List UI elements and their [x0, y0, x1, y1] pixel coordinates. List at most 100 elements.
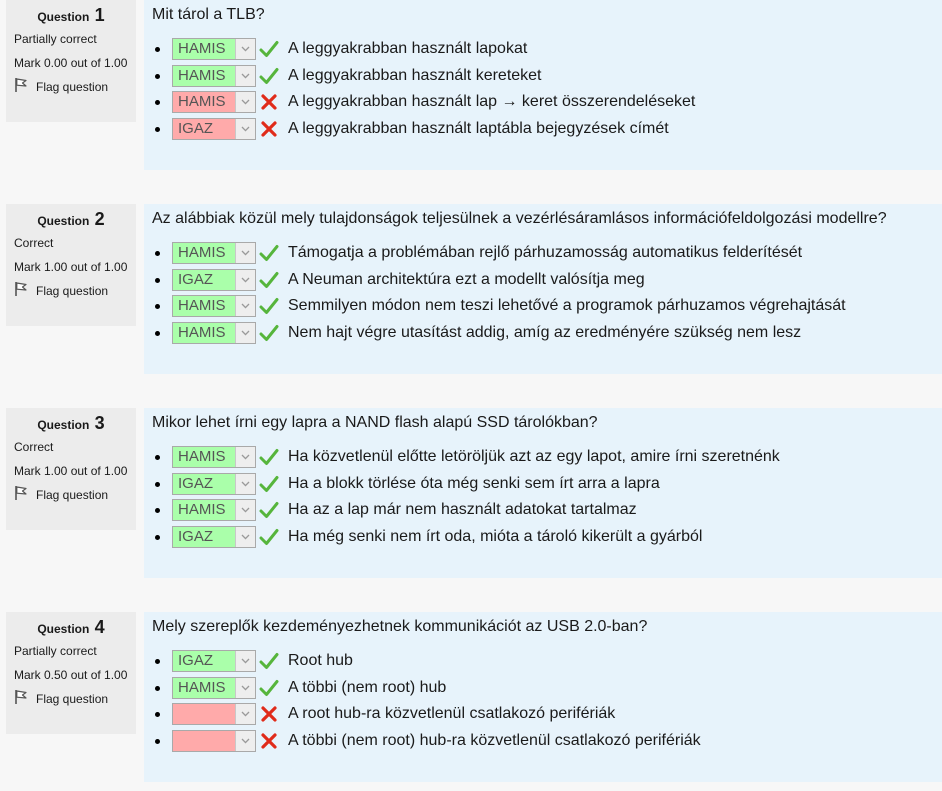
check-icon: [258, 474, 280, 494]
question-text: Mikor lehet írni egy lapra a NAND flash …: [152, 414, 598, 431]
flag-question-link[interactable]: Flag question: [14, 689, 128, 708]
chevron-down-icon[interactable]: [235, 527, 255, 548]
flag-question-label: Flag question: [36, 79, 109, 94]
chevron-down-icon[interactable]: [235, 39, 255, 60]
question-grade: Mark 1.00 out of 1.00: [14, 464, 128, 478]
question-label: Question: [37, 622, 90, 636]
answer-row: HAMIS A leggyakrabban használt kereteket: [155, 63, 934, 90]
answer-text: Nem hajt végre utasítást addig, amíg az …: [288, 324, 802, 342]
check-icon: [258, 447, 280, 467]
chevron-down-icon[interactable]: [235, 296, 255, 317]
answer-text: A Neuman architektúra ezt a modellt való…: [288, 270, 645, 288]
answer-row: IGAZ Root hub: [155, 648, 934, 675]
answer-text: A root hub-ra közvetlenül csatlakozó per…: [288, 705, 616, 723]
question-label: Question: [37, 418, 90, 432]
answer-select[interactable]: IGAZ: [172, 650, 256, 673]
check-icon: [258, 527, 280, 547]
answer-list: HAMIS Támogatja a problémában rejlő párh…: [152, 240, 934, 346]
answer-select[interactable]: HAMIS: [172, 676, 256, 699]
answer-text: A többi (nem root) hub: [288, 678, 447, 696]
answer-text: Ha a blokk törlése óta még senki sem írt…: [288, 474, 660, 492]
chevron-down-icon[interactable]: [235, 500, 255, 521]
answer-row: IGAZ A Neuman architektúra ezt a modellt…: [155, 267, 934, 294]
answer-select[interactable]: HAMIS: [172, 242, 256, 265]
question-block: Question 4 Partially correct Mark 0.50 o…: [0, 612, 942, 782]
answer-select[interactable]: HAMIS: [172, 322, 256, 345]
answer-select-value: IGAZ: [178, 270, 214, 288]
answer-select[interactable]: HAMIS: [172, 499, 256, 522]
question-heading: Question 4: [14, 617, 128, 638]
answer-select[interactable]: IGAZ: [172, 472, 256, 495]
answer-text: Semmilyen módon nem teszi lehetővé a pro…: [288, 297, 846, 315]
flag-question-link[interactable]: Flag question: [14, 77, 128, 96]
chevron-down-icon[interactable]: [235, 704, 255, 725]
answer-select[interactable]: IGAZ: [172, 268, 256, 291]
answer-select[interactable]: [172, 703, 256, 726]
question-info: Question 2 Correct Mark 1.00 out of 1.00…: [6, 204, 136, 326]
answer-text: A leggyakrabban használt lapokat: [288, 40, 528, 58]
answer-select-value: HAMIS: [178, 244, 226, 262]
chevron-down-icon[interactable]: [235, 323, 255, 344]
answer-row: HAMIS Ha közvetlenül előtte letöröljük a…: [155, 444, 934, 471]
answer-text: A leggyakrabban használt lap → keret öss…: [288, 93, 696, 111]
answer-select[interactable]: HAMIS: [172, 446, 256, 469]
answer-select[interactable]: [172, 730, 256, 753]
question-state: Partially correct: [14, 32, 97, 46]
chevron-down-icon[interactable]: [235, 92, 255, 113]
answer-list: IGAZ Root hub HAMIS A többi (nem root) h…: [152, 648, 934, 754]
cross-icon: [258, 731, 280, 751]
chevron-down-icon[interactable]: [235, 269, 255, 290]
check-icon: [258, 39, 280, 59]
question-heading: Question 2: [14, 209, 128, 230]
answer-select[interactable]: HAMIS: [172, 38, 256, 61]
answer-select-value: HAMIS: [178, 66, 226, 84]
answer-select-value: IGAZ: [178, 528, 214, 546]
answer-select-value: HAMIS: [178, 501, 226, 519]
answer-select-value: IGAZ: [178, 120, 214, 138]
question-state: Partially correct: [14, 644, 97, 658]
answer-select[interactable]: HAMIS: [172, 91, 256, 114]
answer-text: Root hub: [288, 652, 353, 670]
question-heading: Question 1: [14, 5, 128, 26]
answer-list: HAMIS Ha közvetlenül előtte letöröljük a…: [152, 444, 934, 550]
answer-row: HAMIS A leggyakrabban használt lapokat: [155, 36, 934, 63]
answer-row: HAMIS A leggyakrabban használt lap → ker…: [155, 89, 934, 116]
chevron-down-icon[interactable]: [235, 119, 255, 140]
answer-list: HAMIS A leggyakrabban használt lapokat H…: [152, 36, 934, 142]
answer-text: A többi (nem root) hub-ra közvetlenül cs…: [288, 732, 701, 750]
chevron-down-icon[interactable]: [235, 731, 255, 752]
chevron-down-icon[interactable]: [235, 651, 255, 672]
question-content: Mit tárol a TLB? HAMIS A leggyakrabban h…: [144, 0, 942, 170]
cross-icon: [258, 704, 280, 724]
flag-question-label: Flag question: [36, 691, 109, 706]
flag-icon: [14, 77, 36, 96]
chevron-down-icon[interactable]: [235, 473, 255, 494]
answer-select[interactable]: IGAZ: [172, 526, 256, 549]
answer-select-value: HAMIS: [178, 297, 226, 315]
question-state: Correct: [14, 440, 54, 454]
question-info: Question 4 Partially correct Mark 0.50 o…: [6, 612, 136, 734]
answer-row: HAMIS Semmilyen módon nem teszi lehetővé…: [155, 293, 934, 320]
check-icon: [258, 651, 280, 671]
answer-row: HAMIS Ha az a lap már nem használt adato…: [155, 497, 934, 524]
question-grade: Mark 0.00 out of 1.00: [14, 56, 128, 70]
chevron-down-icon[interactable]: [235, 447, 255, 468]
chevron-down-icon[interactable]: [235, 65, 255, 86]
answer-row: IGAZ A leggyakrabban használt laptábla b…: [155, 116, 934, 143]
answer-select-value: [173, 731, 235, 751]
check-icon: [258, 678, 280, 698]
chevron-down-icon[interactable]: [235, 677, 255, 698]
question-text: Mit tárol a TLB?: [152, 6, 265, 23]
answer-text: Ha még senki nem írt oda, mióta a tároló…: [288, 528, 703, 546]
chevron-down-icon[interactable]: [235, 243, 255, 264]
flag-question-link[interactable]: Flag question: [14, 281, 128, 300]
question-number: 1: [94, 5, 105, 25]
answer-select[interactable]: HAMIS: [172, 64, 256, 87]
flag-question-link[interactable]: Flag question: [14, 485, 128, 504]
check-icon: [258, 270, 280, 290]
answer-row: IGAZ Ha a blokk törlése óta még senki se…: [155, 471, 934, 498]
question-grade: Mark 0.50 out of 1.00: [14, 668, 128, 682]
answer-select-value: HAMIS: [178, 40, 226, 58]
answer-select[interactable]: IGAZ: [172, 118, 256, 141]
answer-select[interactable]: HAMIS: [172, 295, 256, 318]
